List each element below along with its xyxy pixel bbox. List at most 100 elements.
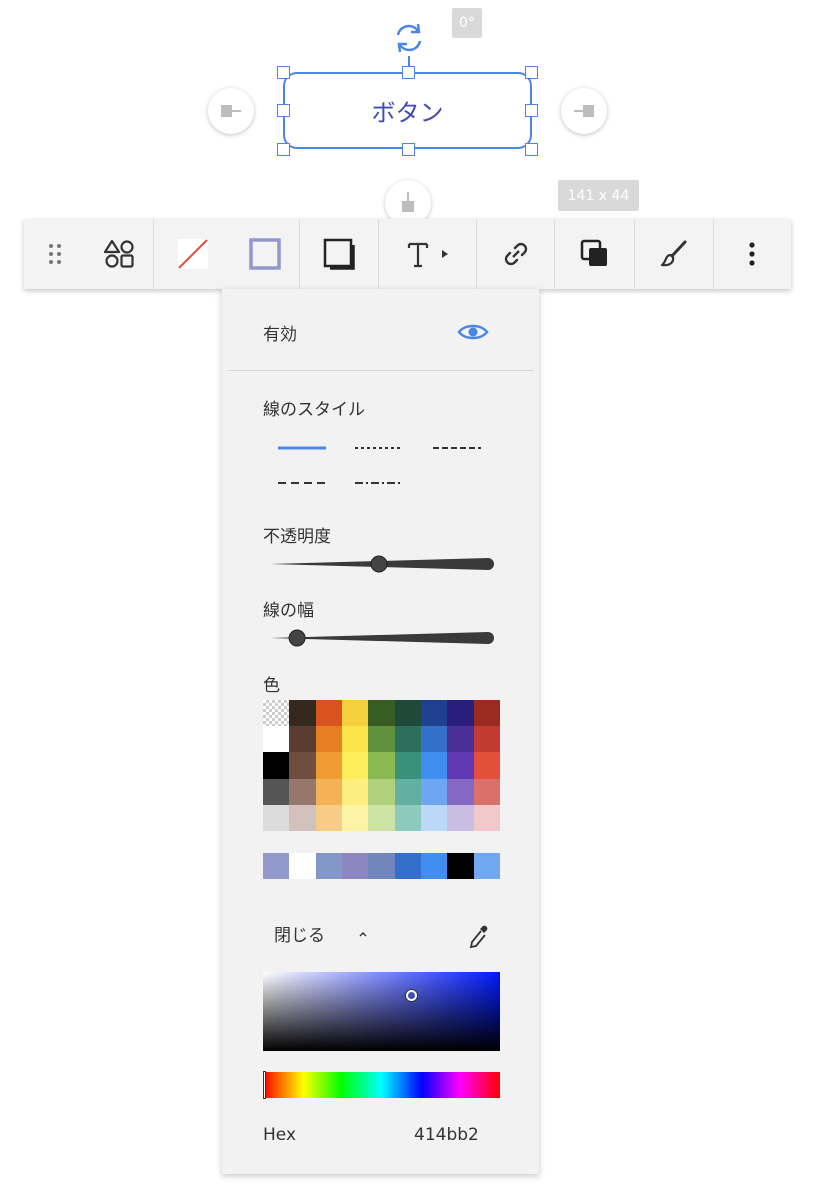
color-swatch[interactable] [447, 804, 474, 831]
line-style-dash-dot[interactable] [355, 476, 403, 490]
drag-handle-icon [49, 244, 61, 264]
resize-handle-bottom[interactable] [402, 143, 415, 156]
color-swatch[interactable] [421, 752, 448, 779]
color-swatch[interactable] [394, 726, 421, 753]
color-swatch[interactable] [447, 700, 474, 727]
connector-handle-left[interactable] [208, 88, 254, 134]
resize-handle-top-left[interactable] [277, 66, 290, 79]
line-width-slider-knob[interactable] [288, 629, 306, 647]
color-swatch[interactable] [368, 778, 395, 805]
color-label: 色 [263, 676, 280, 696]
color-swatch[interactable] [289, 700, 316, 727]
chevron-up-icon[interactable] [359, 931, 367, 937]
border-color-button[interactable] [231, 219, 299, 289]
color-swatch[interactable] [368, 752, 395, 779]
color-swatch[interactable] [421, 700, 448, 727]
resize-handle-left[interactable] [277, 104, 290, 117]
color-swatch[interactable] [315, 700, 342, 727]
recent-color-swatch[interactable] [473, 853, 500, 879]
color-swatch[interactable] [263, 804, 290, 831]
color-swatch[interactable] [342, 778, 369, 805]
line-style-solid[interactable] [278, 441, 326, 455]
saturation-value-picker[interactable] [263, 972, 500, 1051]
visibility-toggle[interactable] [457, 322, 489, 346]
layer-order-button[interactable] [555, 219, 634, 289]
shapes-button[interactable] [86, 219, 153, 289]
color-swatch[interactable] [289, 804, 316, 831]
saturation-value-cursor[interactable] [406, 989, 418, 1001]
enabled-label: 有効 [263, 325, 297, 345]
color-swatch[interactable] [473, 700, 500, 727]
color-swatch[interactable] [394, 804, 421, 831]
color-swatch[interactable] [289, 726, 316, 753]
text-icon [407, 242, 448, 268]
drag-handle[interactable] [24, 219, 86, 289]
line-style-dashed[interactable] [433, 441, 481, 455]
resize-handle-bottom-left[interactable] [277, 143, 290, 156]
color-swatch[interactable] [342, 700, 369, 727]
color-swatch[interactable] [473, 752, 500, 779]
resize-handle-top-right[interactable] [525, 66, 538, 79]
color-swatch[interactable] [289, 752, 316, 779]
line-width-slider[interactable] [268, 627, 496, 649]
resize-handle-bottom-right[interactable] [525, 143, 538, 156]
color-swatch-transparent[interactable] [263, 700, 290, 727]
opacity-slider-knob[interactable] [370, 555, 388, 573]
color-swatch[interactable] [289, 778, 316, 805]
recent-color-swatch[interactable] [447, 853, 474, 879]
color-swatch[interactable] [263, 726, 290, 753]
color-swatch[interactable] [263, 752, 290, 779]
color-swatch[interactable] [447, 726, 474, 753]
text-style-button[interactable] [379, 219, 476, 289]
color-swatch[interactable] [263, 778, 290, 805]
recent-color-swatch[interactable] [342, 853, 369, 879]
color-swatch[interactable] [447, 778, 474, 805]
color-swatch[interactable] [315, 778, 342, 805]
color-swatch[interactable] [342, 726, 369, 753]
close-picker-label[interactable]: 閉じる [274, 921, 325, 946]
resize-handle-right[interactable] [525, 104, 538, 117]
hue-slider[interactable] [263, 1071, 500, 1099]
style-brush-icon [660, 240, 687, 267]
color-swatch[interactable] [421, 778, 448, 805]
color-swatch[interactable] [473, 804, 500, 831]
line-style-dotted[interactable] [355, 441, 403, 455]
color-swatch[interactable] [421, 726, 448, 753]
opacity-slider[interactable] [268, 553, 496, 575]
shape-text[interactable]: ボタン [372, 93, 444, 128]
connector-handle-right[interactable] [561, 88, 607, 134]
recent-color-swatch[interactable] [394, 853, 421, 879]
color-swatch[interactable] [368, 726, 395, 753]
recent-color-swatch[interactable] [421, 853, 448, 879]
color-swatch[interactable] [394, 778, 421, 805]
hex-value-input[interactable]: 414bb2 [414, 1125, 479, 1145]
color-swatch[interactable] [342, 804, 369, 831]
recent-color-swatch[interactable] [315, 853, 342, 879]
color-swatch[interactable] [473, 726, 500, 753]
link-button[interactable] [477, 219, 554, 289]
color-swatch[interactable] [368, 700, 395, 727]
color-swatch[interactable] [394, 700, 421, 727]
fill-color-button[interactable] [154, 219, 231, 289]
color-swatch[interactable] [394, 752, 421, 779]
rotate-handle[interactable] [389, 18, 429, 58]
color-swatch[interactable] [342, 752, 369, 779]
color-swatch[interactable] [447, 752, 474, 779]
color-swatch[interactable] [315, 726, 342, 753]
line-style-long-dashed[interactable] [278, 476, 326, 490]
border-style-button[interactable] [300, 219, 378, 289]
recent-color-swatch[interactable] [289, 853, 316, 879]
hue-slider-marker[interactable] [263, 1071, 266, 1099]
eyedropper-button[interactable] [468, 923, 490, 953]
resize-handle-top[interactable] [402, 66, 415, 79]
color-swatch[interactable] [421, 804, 448, 831]
more-options-button[interactable] [714, 219, 790, 289]
color-swatch[interactable] [315, 804, 342, 831]
selected-shape[interactable]: ボタン [283, 72, 532, 149]
color-swatch[interactable] [315, 752, 342, 779]
style-brush-button[interactable] [635, 219, 713, 289]
recent-color-swatch[interactable] [368, 853, 395, 879]
recent-color-swatch[interactable] [263, 853, 290, 879]
color-swatch[interactable] [368, 804, 395, 831]
color-swatch[interactable] [473, 778, 500, 805]
